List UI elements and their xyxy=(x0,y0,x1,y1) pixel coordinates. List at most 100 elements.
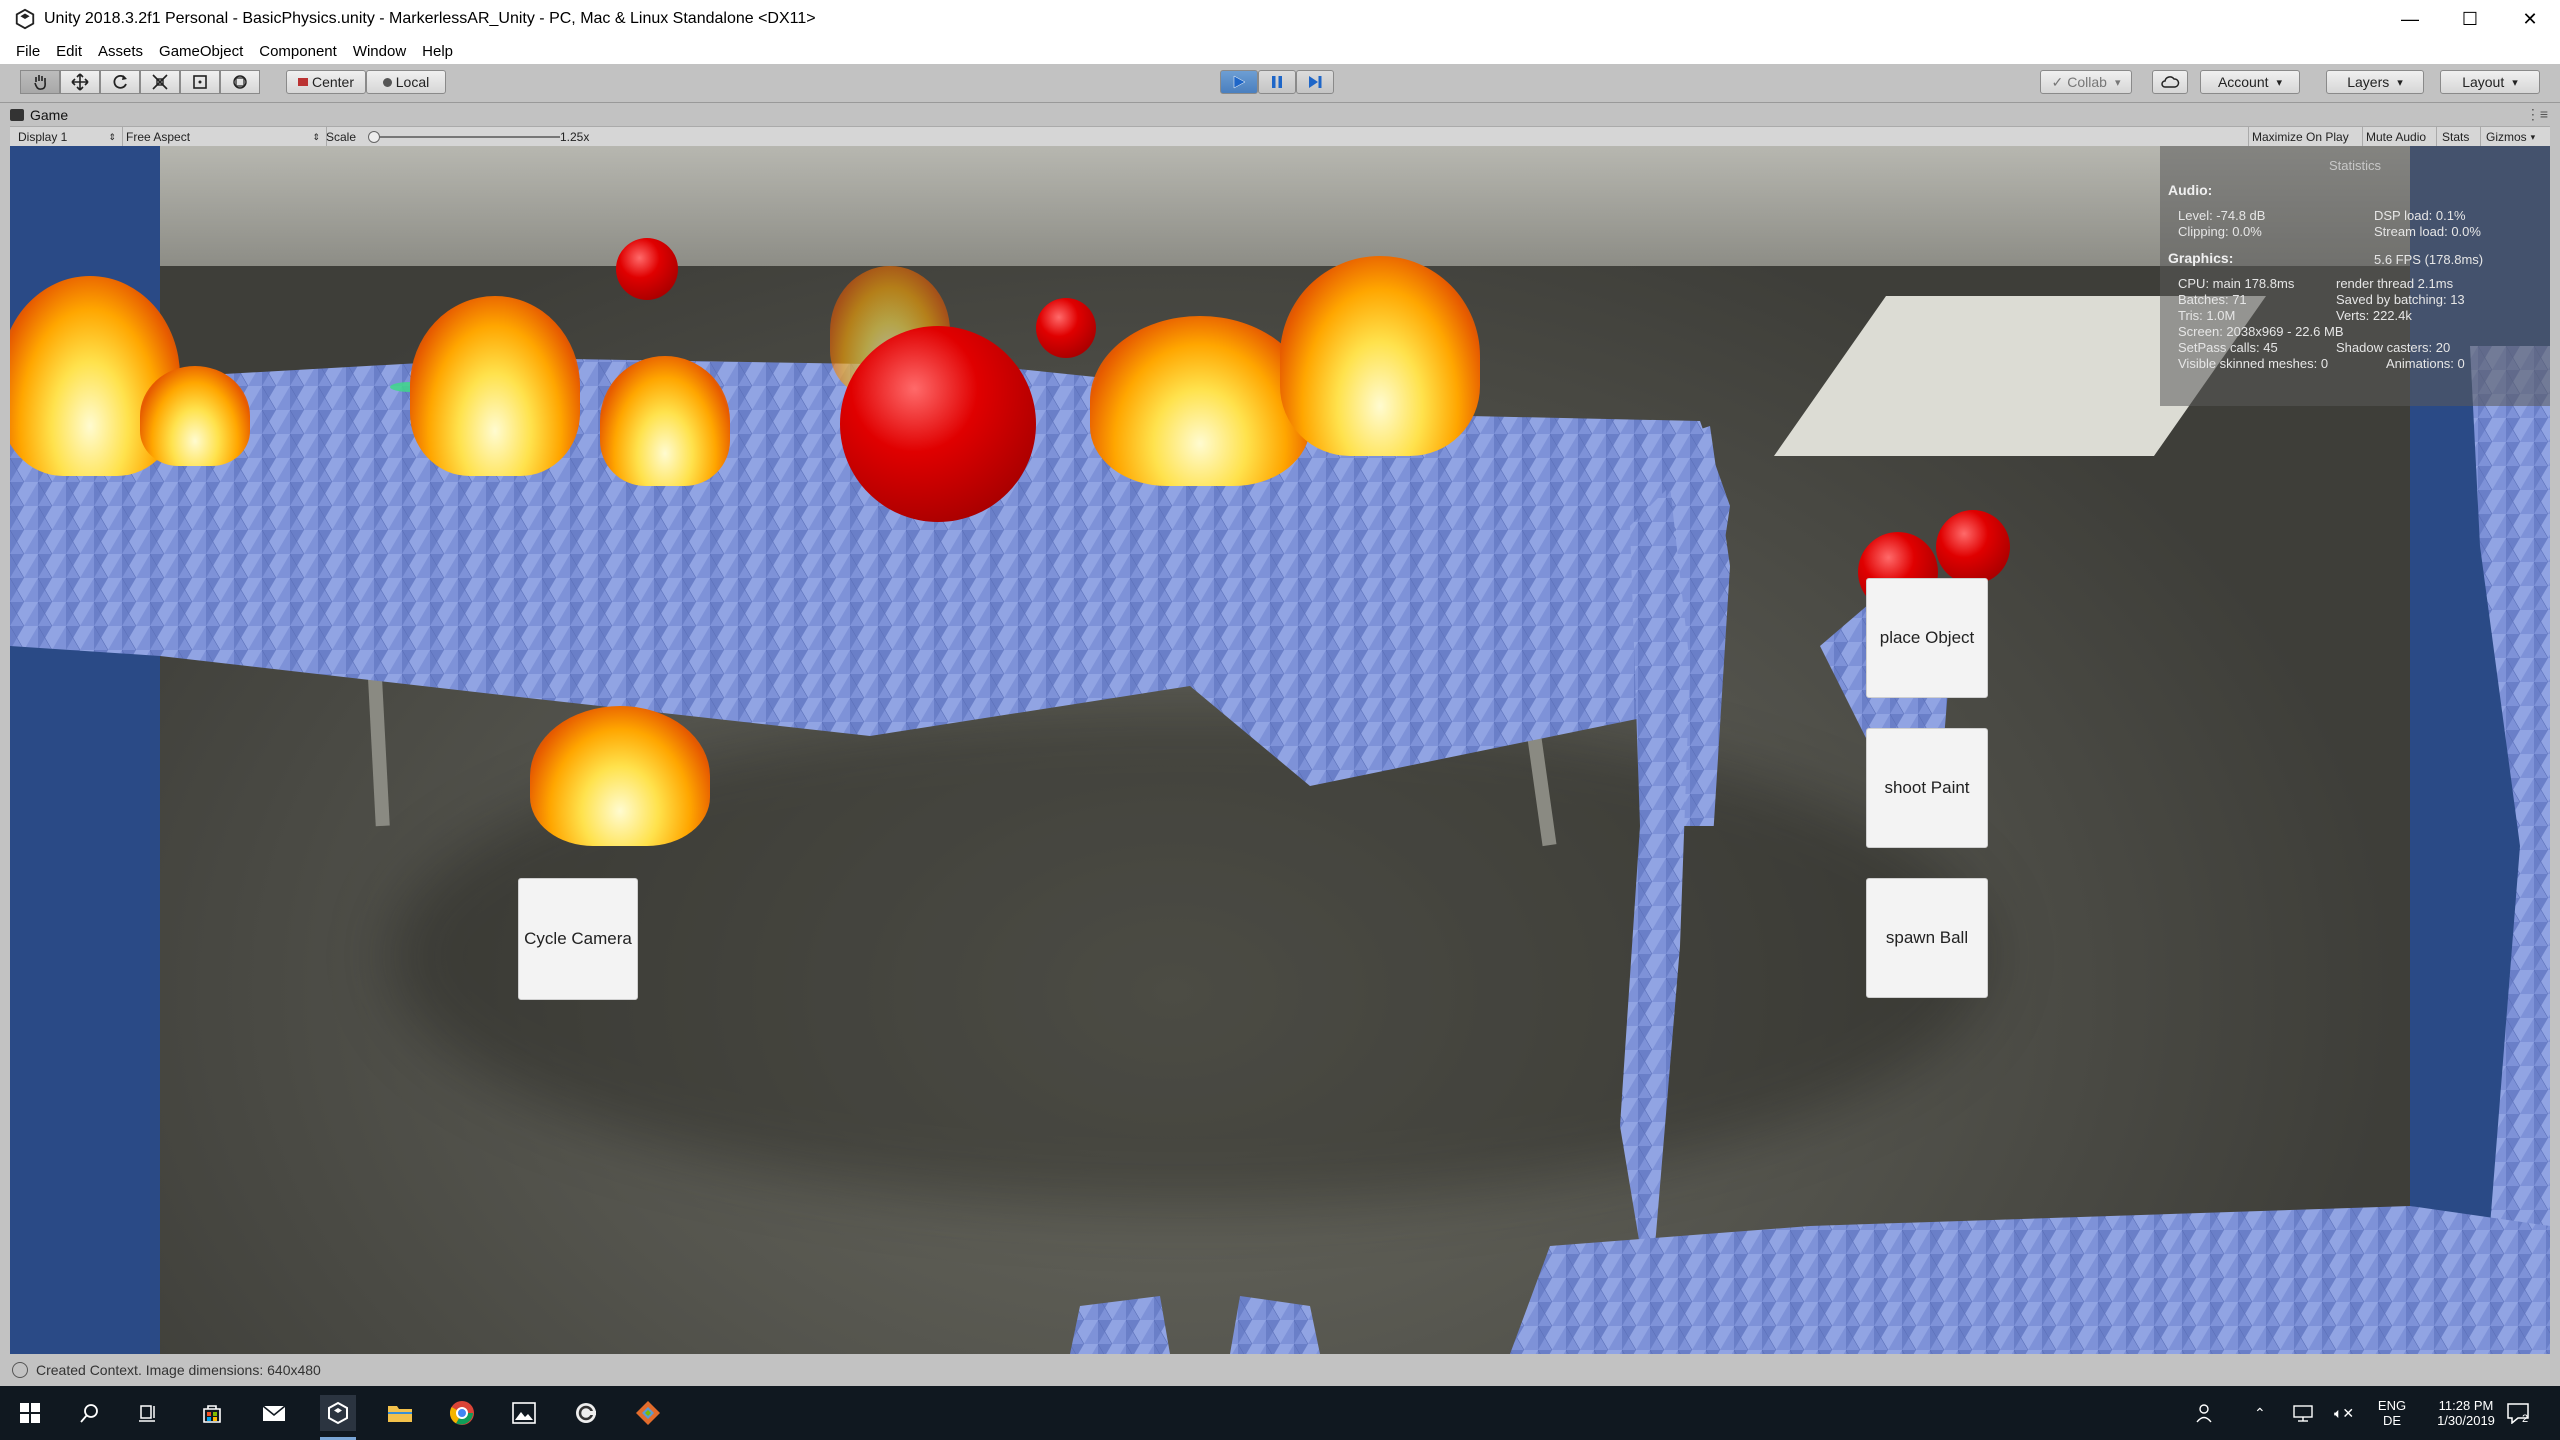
collab-label: Collab xyxy=(2067,74,2107,90)
photos-app[interactable] xyxy=(506,1395,542,1431)
menu-help[interactable]: Help xyxy=(422,43,453,60)
fire-effect xyxy=(600,356,730,486)
game-tab[interactable]: Game xyxy=(10,104,68,126)
task-view-icon xyxy=(139,1405,155,1422)
info-icon xyxy=(12,1362,28,1378)
play-button[interactable] xyxy=(1220,70,1258,94)
red-ball xyxy=(1936,510,2010,584)
layout-dropdown[interactable]: Layout xyxy=(2440,70,2540,94)
scale-tool-button[interactable] xyxy=(140,70,180,94)
layers-dropdown[interactable]: Layers xyxy=(2326,70,2424,94)
aspect-label: Free Aspect xyxy=(126,130,191,144)
cloud-icon xyxy=(2161,76,2180,88)
menu-edit[interactable]: Edit xyxy=(56,43,82,60)
stats-level: Level: -74.8 dB xyxy=(2178,208,2266,223)
hand-icon xyxy=(34,75,46,90)
menu-bar: File Edit Assets GameObject Component Wi… xyxy=(0,38,2560,64)
account-dropdown[interactable]: Account xyxy=(2200,70,2300,94)
panel-options-icon[interactable]: ⋮≡ xyxy=(2526,106,2548,123)
tray-overflow-icon[interactable]: ⌃ xyxy=(2254,1386,2266,1440)
scale-label: Scale xyxy=(326,130,357,144)
aspect-chevron-icon: ⇕ xyxy=(312,131,320,142)
game-view-toolbar: Display 1 ⇕ Free Aspect ⇕ Scale 1.25x Ma… xyxy=(10,126,2550,148)
git-app[interactable] xyxy=(630,1395,666,1431)
network-icon[interactable] xyxy=(2292,1386,2314,1440)
pause-button[interactable] xyxy=(1258,70,1296,94)
display-dropdown[interactable]: Display 1 ⇕ xyxy=(18,129,118,145)
store-app[interactable] xyxy=(194,1395,230,1431)
rect-tool-button[interactable] xyxy=(180,70,220,94)
unity-app[interactable] xyxy=(320,1395,356,1440)
place-object-button[interactable]: place Object xyxy=(1866,578,1988,698)
mail-icon xyxy=(262,1405,286,1421)
start-button[interactable] xyxy=(12,1395,48,1431)
game-tab-label: Game xyxy=(30,107,69,123)
search-icon xyxy=(80,1404,98,1423)
fire-effect xyxy=(1090,316,1310,486)
title-bar: Unity 2018.3.2f1 Personal - BasicPhysics… xyxy=(0,0,2560,38)
step-button[interactable] xyxy=(1296,70,1334,94)
transform-tool-button[interactable] xyxy=(220,70,260,94)
pivot-local-button[interactable]: Local xyxy=(366,70,446,94)
browser-app[interactable] xyxy=(568,1395,604,1431)
move-tool-button[interactable] xyxy=(60,70,100,94)
gizmos-chevron-icon: ▾ xyxy=(2530,131,2536,142)
red-ball xyxy=(1036,298,1096,358)
camera-icon xyxy=(10,109,24,121)
fire-effect xyxy=(530,706,710,846)
stats-render-thread: render thread 2.1ms xyxy=(2336,276,2454,291)
close-button[interactable]: ✕ xyxy=(2500,0,2560,38)
menu-window[interactable]: Window xyxy=(353,43,406,60)
minimize-button[interactable]: — xyxy=(2380,0,2440,38)
transform-icon xyxy=(233,75,247,89)
language-indicator[interactable]: ENG DE xyxy=(2372,1386,2412,1440)
cloud-button[interactable] xyxy=(2152,70,2188,94)
rect-icon xyxy=(193,75,207,89)
local-label: Local xyxy=(395,74,430,90)
stats-audio-label: Audio: xyxy=(2168,182,2213,198)
game-view[interactable]: Cycle Camera place Object shoot Paint sp… xyxy=(10,146,2550,1354)
menu-assets[interactable]: Assets xyxy=(98,43,143,60)
menu-component[interactable]: Component xyxy=(259,43,337,60)
search-button[interactable] xyxy=(72,1395,108,1431)
fire-effect xyxy=(1280,256,1480,456)
scale-slider-handle[interactable] xyxy=(368,131,380,143)
scale-slider-track[interactable] xyxy=(370,136,560,138)
mute-audio-toggle[interactable]: Mute Audio xyxy=(2366,129,2426,145)
pivot-center-button[interactable]: Center xyxy=(286,70,366,94)
rotate-tool-button[interactable] xyxy=(100,70,140,94)
menu-file[interactable]: File xyxy=(16,43,40,60)
task-view-button[interactable] xyxy=(130,1395,166,1431)
file-explorer-app[interactable] xyxy=(382,1395,418,1431)
hand-tool-button[interactable] xyxy=(20,70,60,94)
menu-gameobject[interactable]: GameObject xyxy=(159,43,243,60)
windows-taskbar: ⌃ 🔈︎✕ ENG DE 11:28 PM 1/30/2019 2 xyxy=(0,1386,2560,1440)
aspect-dropdown[interactable]: Free Aspect ⇕ xyxy=(126,129,322,145)
scanned-mesh-right-edge xyxy=(2470,346,2550,1246)
collab-check-icon: ✓ xyxy=(2051,73,2064,90)
chrome-app[interactable] xyxy=(444,1395,480,1431)
stats-toggle[interactable]: Stats xyxy=(2442,129,2469,145)
window-title: Unity 2018.3.2f1 Personal - BasicPhysics… xyxy=(44,10,816,27)
maximize-button[interactable]: ☐ xyxy=(2440,0,2500,38)
stats-stream-load: Stream load: 0.0% xyxy=(2374,224,2481,239)
collab-dropdown[interactable]: ✓ Collab xyxy=(2040,70,2132,94)
stats-dsp-load: DSP load: 0.1% xyxy=(2374,208,2466,223)
spawn-ball-button[interactable]: spawn Ball xyxy=(1866,878,1988,998)
mail-app[interactable] xyxy=(256,1395,292,1431)
stats-screen: Screen: 2038x969 - 22.6 MB xyxy=(2178,324,2344,339)
status-bar[interactable]: Created Context. Image dimensions: 640x4… xyxy=(0,1354,2560,1386)
people-icon[interactable] xyxy=(2196,1386,2216,1440)
scanned-mesh-floor xyxy=(1510,1206,2550,1354)
stats-skinned-meshes: Visible skinned meshes: 0 xyxy=(2178,356,2329,371)
maximize-on-play-toggle[interactable]: Maximize On Play xyxy=(2252,129,2349,145)
layout-label: Layout xyxy=(2462,74,2505,90)
notifications-button[interactable]: 2 xyxy=(2506,1386,2529,1440)
shoot-paint-button[interactable]: shoot Paint xyxy=(1866,728,1988,848)
volume-muted-icon[interactable]: 🔈︎✕ xyxy=(2334,1386,2354,1440)
cycle-camera-button[interactable]: Cycle Camera xyxy=(518,878,638,1000)
local-icon xyxy=(382,77,392,87)
fire-effect xyxy=(410,296,580,476)
clock[interactable]: 11:28 PM 1/30/2019 xyxy=(2416,1386,2516,1440)
gizmos-dropdown[interactable]: Gizmos ▾ xyxy=(2486,129,2535,145)
